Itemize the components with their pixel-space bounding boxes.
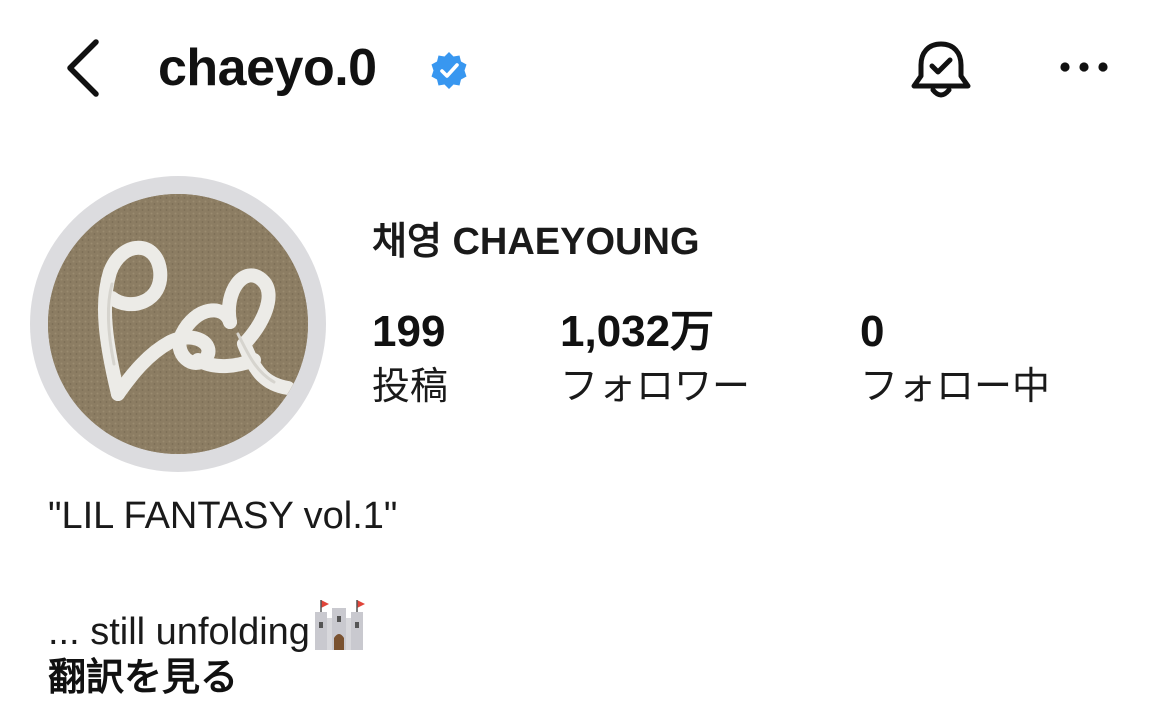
- following-count[interactable]: 0 フォロー中: [860, 306, 1050, 412]
- avatar-image: [48, 194, 308, 454]
- back-button[interactable]: [58, 36, 110, 100]
- bio-line-2: ... still unfolding: [48, 600, 366, 656]
- display-name: 채영 CHAEYOUNG: [372, 221, 700, 263]
- posts-count-value: 199: [372, 307, 446, 356]
- profile-username: chaeyo.0: [158, 39, 377, 97]
- bio-line-1: "LIL FANTASY vol.1": [48, 495, 398, 537]
- profile-header: chaeyo.0: [0, 0, 1170, 140]
- see-translation-link[interactable]: 翻訳を見る: [48, 654, 238, 702]
- followers-count[interactable]: 1,032万 フォロワー: [560, 306, 750, 412]
- posts-count-label: 投稿: [372, 366, 449, 408]
- more-horizontal-icon: [1060, 62, 1108, 72]
- castle-icon: [312, 600, 366, 652]
- verified-badge-icon: [428, 50, 470, 92]
- bell-check-icon: [911, 41, 971, 98]
- followers-count-label: フォロワー: [560, 366, 751, 408]
- following-count-label: フォロー中: [860, 366, 1051, 408]
- chevron-left-icon: [67, 39, 99, 97]
- avatar[interactable]: [48, 194, 308, 454]
- more-options-button[interactable]: [1056, 52, 1112, 82]
- notifications-button[interactable]: [906, 38, 976, 104]
- bio-line-2-text: ... still unfolding: [48, 611, 310, 653]
- following-count-value: 0: [860, 307, 885, 356]
- followers-count-value: 1,032万: [560, 307, 715, 356]
- posts-count[interactable]: 199 投稿: [372, 306, 448, 412]
